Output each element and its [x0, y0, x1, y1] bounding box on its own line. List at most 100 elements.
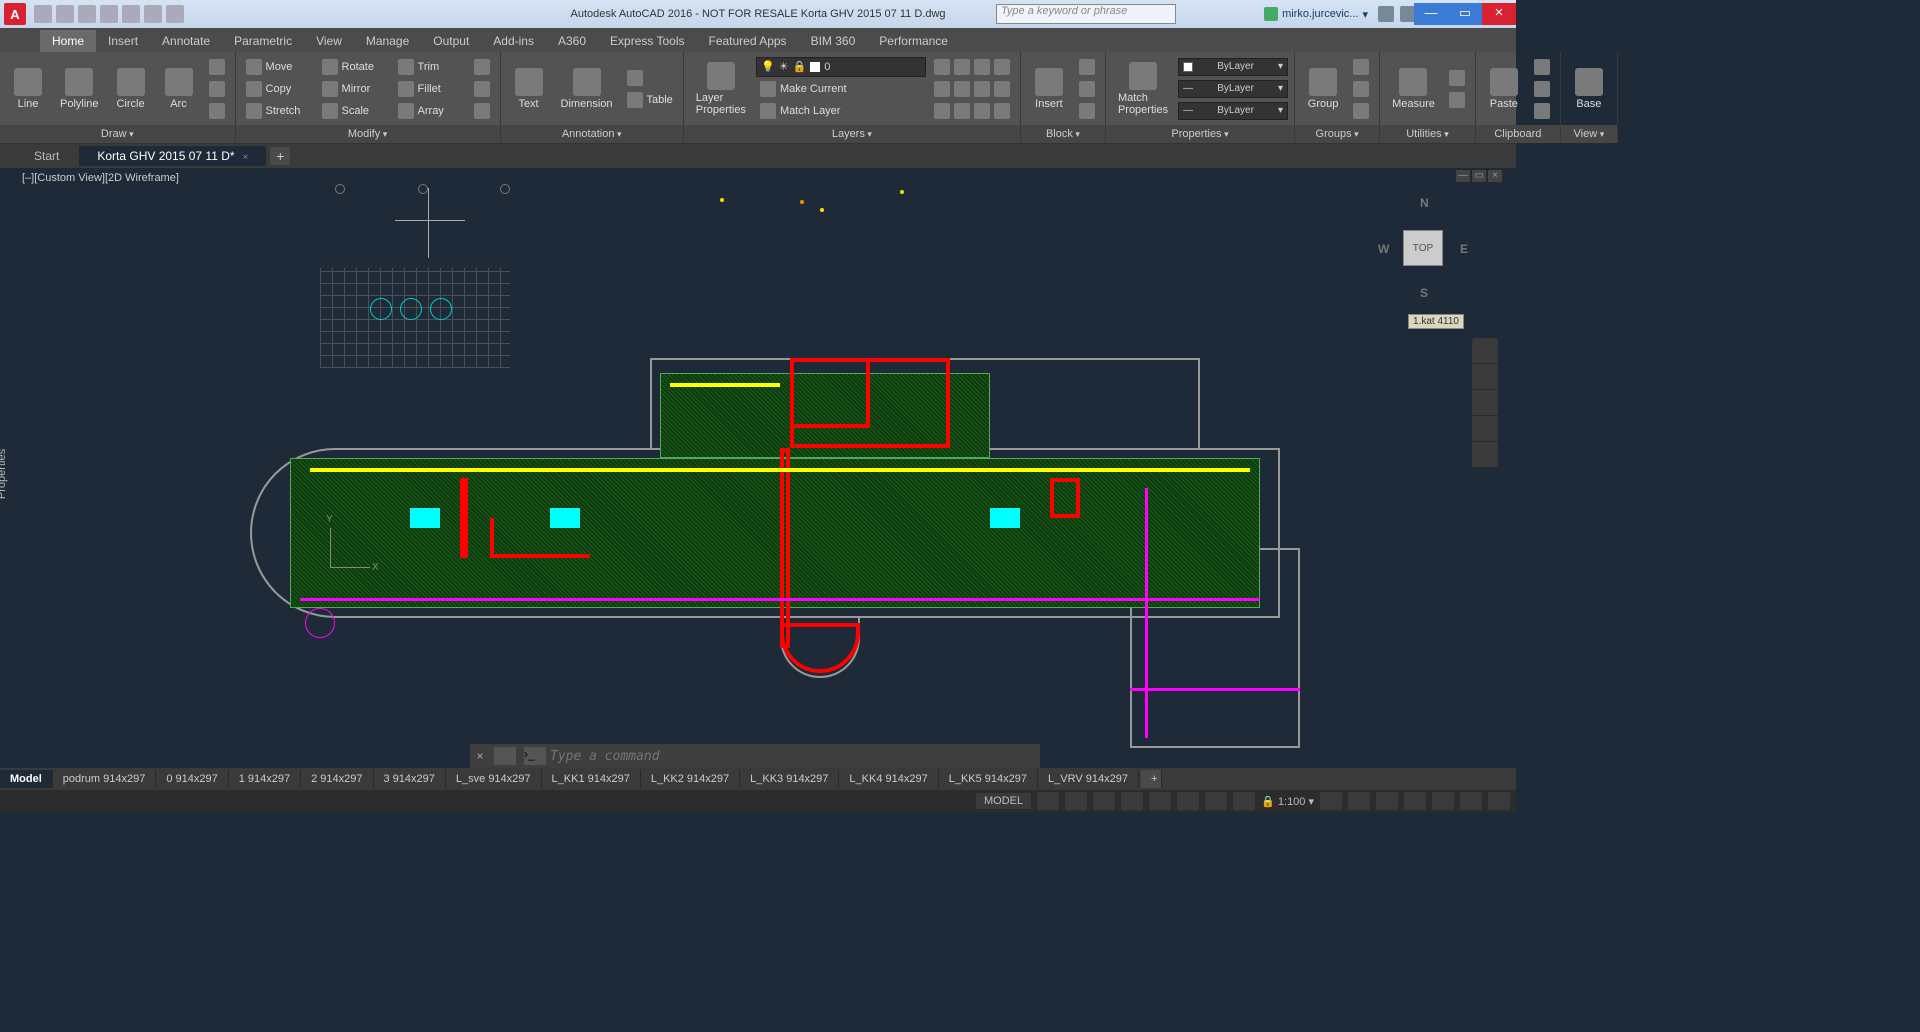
ribbon-tab-performance[interactable]: Performance	[867, 30, 960, 52]
copy-button[interactable]: Copy	[242, 79, 314, 99]
layout-tab-podrum-914x297[interactable]: podrum 914x297	[53, 770, 157, 788]
ribbon-tab-featured-apps[interactable]: Featured Apps	[697, 30, 799, 52]
maximize-button[interactable]: ▭	[1448, 3, 1482, 25]
lineweight-dropdown[interactable]: —ByLayer▾	[1178, 80, 1288, 98]
annotation-scale[interactable]: 🔒 1:100 ▾	[1261, 795, 1314, 808]
hatch-button[interactable]	[205, 79, 229, 99]
ribbon-tab-parametric[interactable]: Parametric	[222, 30, 304, 52]
layout-tab-l-kk2-914x297[interactable]: L_KK2 914x297	[641, 770, 740, 788]
vp-close-icon[interactable]: ×	[1488, 170, 1502, 182]
navwheel-icon[interactable]	[1472, 338, 1498, 364]
command-line[interactable]: × ›_	[470, 744, 1040, 768]
measure-button[interactable]: Measure	[1386, 66, 1441, 112]
layer-dropdown[interactable]: 💡 ☀ 🔒 0	[756, 57, 926, 77]
cmd-close-icon[interactable]: ×	[470, 749, 490, 763]
layout-tab-l-kk5-914x297[interactable]: L_KK5 914x297	[939, 770, 1038, 788]
panel-title-modify[interactable]: Modify	[236, 125, 500, 143]
pan-icon[interactable]	[1472, 364, 1498, 390]
edit-block-button[interactable]	[1075, 79, 1099, 99]
dimension-button[interactable]: Dimension	[555, 66, 619, 112]
search-input[interactable]: Type a keyword or phrase	[996, 4, 1176, 24]
panel-title-draw[interactable]: Draw	[0, 125, 235, 143]
linetype-dropdown[interactable]: —ByLayer▾	[1178, 102, 1288, 120]
panel-title-groups[interactable]: Groups	[1295, 125, 1379, 143]
fillet-button[interactable]: Fillet	[394, 79, 466, 99]
panel-title-block[interactable]: Block	[1021, 125, 1105, 143]
close-tab-icon[interactable]: ×	[243, 152, 249, 163]
ribbon-tab-output[interactable]: Output	[421, 30, 481, 52]
layout-tab-l-sve-914x297[interactable]: L_sve 914x297	[446, 770, 542, 788]
start-tab[interactable]: Start	[16, 146, 77, 166]
line-button[interactable]: Line	[6, 66, 50, 112]
lineweight-toggle-icon[interactable]	[1205, 792, 1227, 810]
color-dropdown[interactable]: ByLayer▾	[1178, 58, 1288, 76]
panel-title-annotation[interactable]: Annotation	[501, 125, 683, 143]
layout-tab-model[interactable]: Model	[0, 770, 53, 788]
cmd-customize-icon[interactable]	[494, 747, 516, 765]
create-block-button[interactable]	[1075, 57, 1099, 77]
minimize-button[interactable]: —	[1414, 3, 1448, 25]
panel-title-layers[interactable]: Layers	[684, 125, 1020, 143]
leader-button[interactable]	[623, 68, 677, 88]
workspace-icon[interactable]	[1348, 792, 1370, 810]
command-input[interactable]	[550, 749, 1040, 764]
match-layer-button[interactable]: Match Layer	[756, 101, 926, 121]
annotation-monitor-icon[interactable]	[1376, 792, 1398, 810]
layer-properties-button[interactable]: Layer Properties	[690, 60, 752, 118]
qat-undo-icon[interactable]	[144, 5, 162, 23]
layout-tab-0-914x297[interactable]: 0 914x297	[156, 770, 228, 788]
circle-button[interactable]: Circle	[109, 66, 153, 112]
customize-status-icon[interactable]	[1488, 792, 1510, 810]
orbit-icon[interactable]	[1472, 416, 1498, 442]
ribbon-tab-home[interactable]: Home	[40, 30, 96, 52]
user-menu[interactable]: mirko.jurcevic... ▾	[1264, 7, 1368, 21]
qat-plot-icon[interactable]	[122, 5, 140, 23]
qat-new-icon[interactable]	[34, 5, 52, 23]
vp-maximize-icon[interactable]: ▭	[1472, 170, 1486, 182]
panel-title-utilities[interactable]: Utilities	[1380, 125, 1475, 143]
match-properties-button[interactable]: Match Properties	[1112, 60, 1174, 118]
view-label[interactable]: [–][Custom View][2D Wireframe]	[22, 172, 179, 184]
exchange-icon[interactable]	[1378, 6, 1394, 22]
gear-icon[interactable]	[1320, 792, 1342, 810]
grid-toggle-icon[interactable]	[1037, 792, 1059, 810]
stretch-button[interactable]: Stretch	[242, 101, 314, 121]
layout-tab-3-914x297[interactable]: 3 914x297	[374, 770, 446, 788]
qat-save-icon[interactable]	[78, 5, 96, 23]
rotate-button[interactable]: Rotate	[318, 57, 390, 77]
trim-button[interactable]: Trim	[394, 57, 466, 77]
base-button[interactable]: Base	[1567, 66, 1611, 112]
panel-title-properties[interactable]: Properties	[1106, 125, 1294, 143]
ortho-toggle-icon[interactable]	[1093, 792, 1115, 810]
properties-palette-tab[interactable]: Properties	[0, 449, 8, 499]
layer-tool-1[interactable]	[930, 57, 1014, 77]
ribbon-tab-annotate[interactable]: Annotate	[150, 30, 222, 52]
array-button[interactable]: Array	[394, 101, 466, 121]
viewcube[interactable]: N S E W TOP	[1378, 188, 1468, 308]
cleanscreen-icon[interactable]	[1460, 792, 1482, 810]
ribbon-tab-insert[interactable]: Insert	[96, 30, 150, 52]
add-layout-button[interactable]: +	[1141, 770, 1162, 788]
showmotion-icon[interactable]	[1472, 442, 1498, 468]
qat-open-icon[interactable]	[56, 5, 74, 23]
app-icon[interactable]: A	[4, 3, 26, 25]
layer-tool-3[interactable]	[930, 101, 1014, 121]
osnap-toggle-icon[interactable]	[1149, 792, 1171, 810]
viewcube-top[interactable]: TOP	[1403, 230, 1443, 266]
qat-redo-icon[interactable]	[166, 5, 184, 23]
ribbon-tab-express-tools[interactable]: Express Tools	[598, 30, 696, 52]
drawing-canvas[interactable]: — ▭ × [–][Custom View][2D Wireframe] Pro…	[0, 168, 1504, 768]
file-tab-active[interactable]: Korta GHV 2015 07 11 D*×	[79, 146, 266, 166]
qat-saveas-icon[interactable]	[100, 5, 118, 23]
table-button[interactable]: Table	[623, 90, 677, 110]
snap-toggle-icon[interactable]	[1065, 792, 1087, 810]
panel-title-view[interactable]: View	[1561, 125, 1617, 143]
mirror-button[interactable]: Mirror	[318, 79, 390, 99]
otrack-toggle-icon[interactable]	[1177, 792, 1199, 810]
ribbon-tab-add-ins[interactable]: Add-ins	[481, 30, 546, 52]
ribbon-tab-a360[interactable]: A360	[546, 30, 598, 52]
status-model[interactable]: MODEL	[976, 793, 1031, 809]
layout-tab-l-kk1-914x297[interactable]: L_KK1 914x297	[542, 770, 641, 788]
layer-tool-2[interactable]	[930, 79, 1014, 99]
polyline-button[interactable]: Polyline	[54, 66, 105, 112]
